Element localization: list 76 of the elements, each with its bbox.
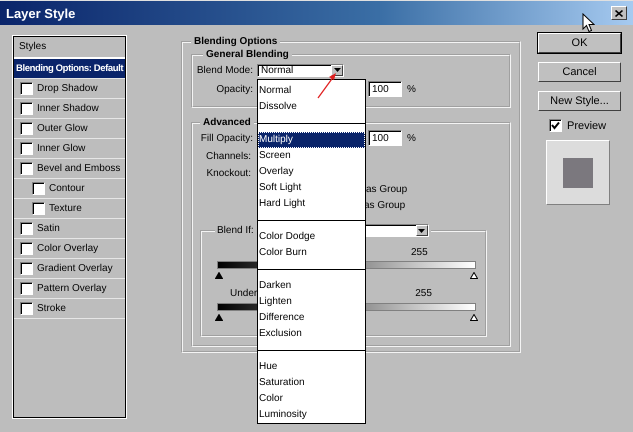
menu-item[interactable]: Lighten: [258, 294, 365, 310]
checkbox[interactable]: [20, 302, 33, 315]
dialog-button[interactable]: New Style...: [538, 91, 621, 111]
menu-item[interactable]: Hue: [258, 359, 365, 375]
menu-item[interactable]: Hard Light: [258, 196, 365, 212]
option-label: as Group: [366, 184, 408, 194]
style-list-item[interactable]: Bevel and Emboss: [14, 159, 125, 179]
menu-item[interactable]: Exclusion: [258, 326, 365, 342]
checkbox[interactable]: [20, 82, 33, 95]
slider-handle[interactable]: [470, 272, 478, 279]
menu-item[interactable]: Luminosity: [258, 407, 365, 423]
close-button[interactable]: [611, 6, 627, 20]
checkbox[interactable]: [20, 242, 33, 255]
field-label: Blend Mode:: [196, 64, 253, 76]
dialog-button[interactable]: OK: [538, 33, 621, 53]
style-list-item[interactable]: Inner Shadow: [14, 99, 125, 119]
group-title: General Blending: [205, 49, 290, 60]
window-title: Layer Style: [6, 6, 76, 20]
checkbox[interactable]: [20, 122, 33, 135]
opacity-field[interactable]: 100: [368, 81, 402, 97]
menu-item[interactable]: Color: [258, 391, 365, 407]
slider-handle[interactable]: [470, 314, 478, 321]
style-list-item[interactable]: Contour: [14, 179, 125, 199]
style-list-item[interactable]: Color Overlay: [14, 239, 125, 259]
checkbox[interactable]: [20, 222, 33, 235]
style-list-item[interactable]: Satin: [14, 219, 125, 239]
unit-label: %: [407, 84, 416, 94]
blend-mode-select[interactable]: Normal: [257, 64, 344, 76]
menu-item[interactable]: Soft Light: [258, 180, 365, 196]
field-label: Under: [230, 288, 258, 298]
fill-opacity-field[interactable]: 100: [368, 130, 402, 146]
caret-icon: [418, 228, 426, 232]
style-preview-swatch: [546, 140, 610, 205]
checkbox-label: Preview: [567, 120, 606, 132]
cursor-icon: [582, 13, 595, 33]
close-icon: [615, 10, 623, 16]
checkbox[interactable]: [20, 142, 33, 155]
menu-item[interactable]: Color Burn: [258, 245, 365, 261]
group-title: Blending Options: [193, 36, 278, 47]
dialog-button[interactable]: Cancel: [538, 62, 621, 82]
menu-item[interactable]: Dissolve: [258, 99, 365, 115]
style-list-item[interactable]: Stroke: [14, 299, 125, 319]
field-label: Blend If:: [217, 225, 254, 236]
slider-handle[interactable]: [215, 314, 223, 321]
menu-item[interactable]: Screen: [258, 148, 365, 164]
checkbox[interactable]: [20, 282, 33, 295]
unit-label: %: [407, 132, 416, 144]
menu-item[interactable]: Saturation: [258, 375, 365, 391]
checkbox[interactable]: [32, 182, 45, 195]
menu-item[interactable]: Darken: [258, 278, 365, 294]
style-list-item[interactable]: Outer Glow: [14, 119, 125, 139]
field-label: Knockout:: [206, 168, 251, 178]
field-label: Opacity:: [215, 84, 253, 94]
menu-item[interactable]: Normal: [258, 83, 365, 99]
style-list-item[interactable]: Texture: [14, 199, 125, 219]
style-list-item[interactable]: Gradient Overlay: [14, 259, 125, 279]
slider-value: 255: [411, 246, 428, 258]
slider-handle[interactable]: [215, 272, 223, 279]
field-label: Fill Opacity:: [200, 132, 253, 144]
checkbox[interactable]: [32, 202, 45, 215]
field-label: Channels:: [204, 150, 251, 162]
checkbox[interactable]: [549, 119, 562, 132]
style-list-item[interactable]: Drop Shadow: [14, 79, 125, 99]
checkbox[interactable]: [20, 262, 33, 275]
menu-item[interactable]: Color Dodge: [258, 229, 365, 245]
checkbox[interactable]: [20, 102, 33, 115]
caret-icon: [334, 68, 340, 72]
group-title: Advanced: [202, 117, 252, 128]
slider-value: 255: [415, 288, 432, 298]
menu-item[interactable]: Multiply: [258, 132, 365, 148]
checkbox[interactable]: [20, 162, 33, 175]
menu-item[interactable]: Difference: [258, 310, 365, 326]
style-list-item[interactable]: Inner Glow: [14, 139, 125, 159]
menu-item[interactable]: Overlay: [258, 164, 365, 180]
style-list-item[interactable]: Blending Options: Default: [14, 59, 125, 79]
style-list-item[interactable]: Pattern Overlay: [14, 279, 125, 299]
